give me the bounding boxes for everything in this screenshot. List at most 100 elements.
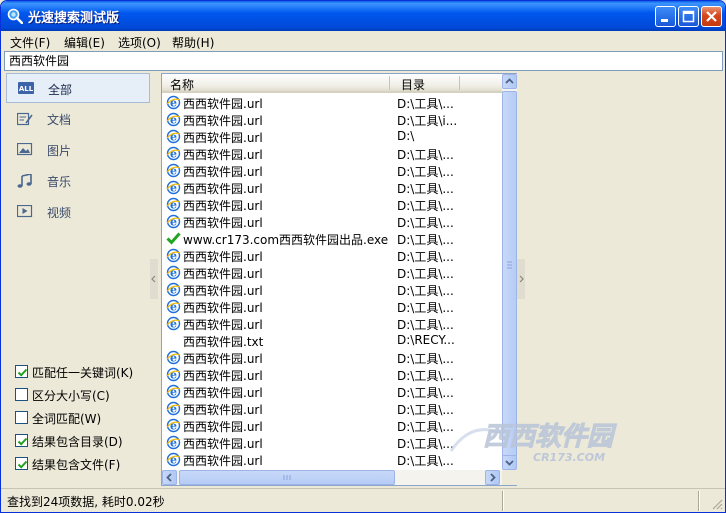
file-name: 西西软件园.url	[183, 97, 263, 111]
category-all[interactable]: ALL 全部	[6, 73, 150, 103]
column-header-name[interactable]: 名称	[162, 76, 194, 93]
ie-url-icon: e	[166, 418, 181, 433]
ie-url-icon: e	[166, 452, 181, 467]
file-directory: D:\工具\...	[397, 97, 454, 111]
column-header-dir[interactable]: 目录	[393, 76, 425, 93]
table-row[interactable]: www.cr173.com西西软件园出品.exe D:\工具\...	[162, 230, 502, 247]
file-directory: D:\工具\...	[397, 233, 454, 247]
vertical-scroll-thumb[interactable]	[502, 91, 517, 457]
option-checkbox[interactable]: 结果包含目录(D)	[15, 431, 165, 454]
table-row[interactable]: e 西西软件园.url D:\工具\...	[162, 383, 502, 400]
svg-text:e: e	[170, 182, 177, 195]
table-row[interactable]: e 西西软件园.url D:\工具\...	[162, 264, 502, 281]
table-row[interactable]: e 西西软件园.url D:\工具\...	[162, 196, 502, 213]
title-bar[interactable]: 光速搜索测试版	[1, 1, 725, 31]
table-row[interactable]: e 西西软件园.url D:\	[162, 128, 502, 145]
checkmark-icon	[17, 460, 28, 469]
close-icon	[706, 11, 717, 22]
table-row[interactable]: e 西西软件园.url D:\工具\...	[162, 94, 502, 111]
table-row[interactable]: 西西软件园.txt D:\RECY...	[162, 332, 502, 349]
table-row[interactable]: e 西西软件园.url D:\工具\...	[162, 366, 502, 383]
category-list: ALL 全部 文档 图片 音乐 视频	[6, 73, 150, 228]
resize-grip-icon[interactable]	[711, 498, 723, 510]
search-input[interactable]: 西西软件园	[4, 51, 723, 71]
checkmark-icon	[17, 368, 28, 377]
table-row[interactable]: e 西西软件园.url D:\工具\...	[162, 162, 502, 179]
checkbox[interactable]	[15, 388, 28, 401]
table-row[interactable]: e 西西软件园.url D:\工具\...	[162, 281, 502, 298]
svg-text:ALL: ALL	[19, 85, 34, 93]
category-picture[interactable]: 图片	[6, 135, 150, 165]
menu-options[interactable]: 选项(O)	[118, 34, 161, 51]
svg-text:e: e	[170, 403, 177, 416]
table-row[interactable]: e 西西软件园.url D:\工具\...	[162, 315, 502, 332]
menu-file[interactable]: 文件(F)	[10, 34, 50, 51]
checkmark-icon	[17, 437, 28, 446]
option-checkbox[interactable]: 结果包含文件(F)	[15, 454, 165, 477]
file-name: 西西软件园.url	[183, 216, 263, 230]
close-button[interactable]	[701, 6, 722, 27]
horizontal-scroll-thumb[interactable]	[179, 470, 395, 485]
option-checkbox[interactable]: 全词匹配(W)	[15, 408, 165, 431]
collapse-right-handle[interactable]	[517, 259, 525, 299]
category-video[interactable]: 视频	[6, 197, 150, 227]
menu-help[interactable]: 帮助(H)	[172, 34, 214, 51]
table-row[interactable]: e 西西软件园.url D:\工具\...	[162, 247, 502, 264]
checkbox[interactable]	[15, 434, 28, 447]
file-directory: D:\工具\...	[397, 182, 454, 196]
file-directory: D:\	[397, 129, 415, 143]
document-icon	[17, 112, 33, 126]
category-document[interactable]: 文档	[6, 104, 150, 134]
maximize-icon	[682, 10, 695, 23]
watermark-logo: 西西软件园 CR173.COM	[449, 422, 618, 464]
file-name: 西西软件园.txt	[183, 335, 264, 349]
option-label: 区分大小写(C)	[32, 389, 110, 403]
file-directory: D:\工具\i...	[397, 114, 458, 128]
file-name: 西西软件园.url	[183, 352, 263, 366]
column-divider[interactable]	[459, 76, 460, 90]
option-label: 匹配任一关键词(K)	[32, 366, 134, 380]
grip-icon	[283, 475, 291, 480]
ie-url-icon: e	[166, 112, 181, 127]
chevron-right-icon	[519, 275, 524, 283]
svg-text:e: e	[170, 97, 177, 110]
file-directory: D:\工具\...	[397, 352, 454, 366]
option-label: 全词匹配(W)	[32, 412, 102, 426]
scroll-up-button[interactable]	[502, 74, 517, 89]
maximize-button[interactable]	[678, 6, 699, 27]
ie-url-icon: e	[166, 401, 181, 416]
file-name: 西西软件园.url	[183, 114, 263, 128]
svg-text:e: e	[170, 131, 177, 144]
minimize-button[interactable]	[655, 6, 676, 27]
option-checkbox[interactable]: 区分大小写(C)	[15, 385, 165, 408]
checkbox[interactable]	[15, 365, 28, 378]
category-label: 视频	[47, 206, 72, 220]
arrow-left-icon	[166, 473, 172, 482]
ie-url-icon: e	[166, 197, 181, 212]
file-name: 西西软件园.url	[183, 403, 263, 417]
file-name: 西西软件园.url	[183, 437, 263, 451]
table-row[interactable]: e 西西软件园.url D:\工具\...	[162, 298, 502, 315]
file-name: 西西软件园.url	[183, 250, 263, 264]
menu-edit[interactable]: 编辑(E)	[64, 34, 105, 51]
table-row[interactable]: e 西西软件园.url D:\工具\...	[162, 179, 502, 196]
horizontal-scrollbar[interactable]	[162, 470, 502, 485]
scroll-right-button[interactable]	[485, 470, 500, 485]
scroll-left-button[interactable]	[162, 470, 177, 485]
table-row[interactable]: e 西西软件园.url D:\工具\i...	[162, 111, 502, 128]
svg-text:e: e	[170, 148, 177, 161]
checkbox[interactable]	[15, 411, 28, 424]
category-music[interactable]: 音乐	[6, 166, 150, 196]
grip-icon	[507, 261, 512, 269]
table-row[interactable]: e 西西软件园.url D:\工具\...	[162, 145, 502, 162]
ie-url-icon: e	[166, 95, 181, 110]
table-row[interactable]: e 西西软件园.url D:\工具\...	[162, 213, 502, 230]
option-checkbox[interactable]: 匹配任一关键词(K)	[15, 362, 165, 385]
collapse-left-handle[interactable]	[150, 259, 158, 299]
checkbox[interactable]	[15, 457, 28, 470]
menu-bar: 文件(F) 编辑(E) 选项(O) 帮助(H)	[1, 31, 725, 51]
status-bar: 查找到24项数据, 耗时0.02秒	[1, 488, 725, 512]
status-text: 查找到24项数据, 耗时0.02秒	[7, 495, 165, 509]
column-divider[interactable]	[389, 76, 390, 90]
table-row[interactable]: e 西西软件园.url D:\工具\...	[162, 349, 502, 366]
